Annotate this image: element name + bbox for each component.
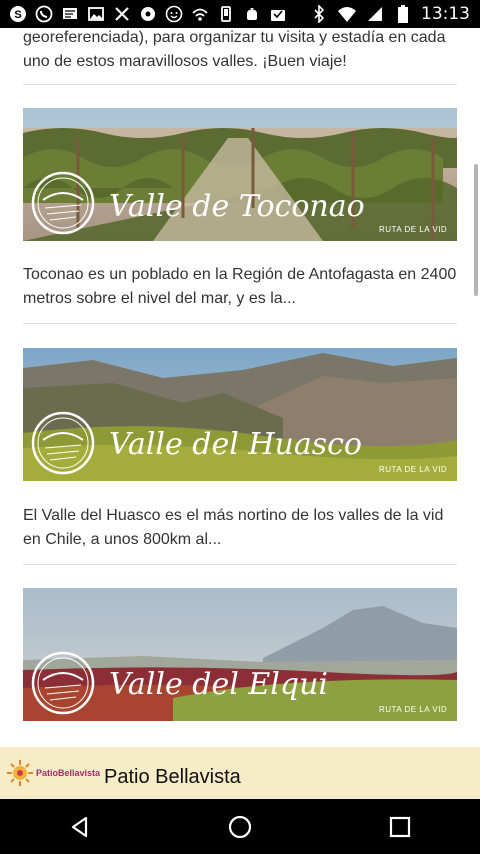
status-bar: S 13:13 xyxy=(0,0,480,28)
valley-card-image-elqui[interactable]: Valle del Elqui RUTA DE LA VID xyxy=(23,588,457,721)
mailbox-icon xyxy=(268,4,288,24)
scroll-content[interactable]: georeferenciada), para organizar tu visi… xyxy=(0,28,480,747)
app-banner[interactable]: PatioBellavista Patio Bellavista xyxy=(0,747,480,799)
valley-card-image-huasco[interactable]: Valle del Huasco RUTA DE LA VID xyxy=(23,348,457,481)
home-button[interactable] xyxy=(210,799,270,854)
face-icon xyxy=(164,4,184,24)
skype-icon: S xyxy=(8,4,28,24)
bluetooth-icon xyxy=(309,4,329,24)
patio-bellavista-logo: PatioBellavista xyxy=(6,759,100,787)
message-icon xyxy=(60,4,80,24)
settings-flower-icon xyxy=(138,4,158,24)
divider xyxy=(23,323,457,324)
card-description-huasco[interactable]: El Valle del Huasco es el más nortino de… xyxy=(23,504,463,552)
card-title-elqui: Valle del Elqui xyxy=(109,667,328,702)
navigation-bar xyxy=(0,799,480,854)
battery-icon xyxy=(393,4,413,24)
card-tag-toconao: RUTA DE LA VID xyxy=(379,225,447,234)
banner-title[interactable]: Patio Bellavista xyxy=(104,766,241,789)
divider xyxy=(23,564,457,565)
recents-button[interactable] xyxy=(370,799,430,854)
sun-logo-icon xyxy=(7,760,33,786)
svg-text:S: S xyxy=(14,9,21,21)
card-title-toconao: Valle de Toconao xyxy=(109,189,365,224)
clock: 13:13 xyxy=(421,4,470,24)
divider xyxy=(23,84,457,85)
intro-text: georeferenciada), para organizar tu visi… xyxy=(23,29,446,70)
card-tag-huasco: RUTA DE LA VID xyxy=(379,465,447,474)
phone-icon xyxy=(216,4,236,24)
image-icon xyxy=(86,4,106,24)
banner-logo-text: PatioBellavista xyxy=(36,768,101,778)
card-title-huasco: Valle del Huasco xyxy=(109,427,362,462)
notification-icons: S xyxy=(0,4,288,24)
valley-card-image-toconao[interactable]: Valle de Toconao RUTA DE LA VID xyxy=(23,108,457,241)
home-circle-icon xyxy=(228,815,252,838)
back-button[interactable] xyxy=(50,799,110,854)
card-tag-elqui: RUTA DE LA VID xyxy=(379,705,447,714)
card-description-toconao[interactable]: Toconao es un poblado en la Región de An… xyxy=(23,263,463,311)
android-icon xyxy=(242,4,262,24)
wifi-icon xyxy=(337,4,357,24)
tools-icon xyxy=(112,4,132,24)
signal-icon xyxy=(365,4,385,24)
back-triangle-icon xyxy=(71,816,88,837)
scrollbar[interactable] xyxy=(474,164,478,296)
cloud-wifi-icon xyxy=(190,4,210,24)
recents-square-icon xyxy=(389,816,411,837)
whatsapp-icon xyxy=(34,4,54,24)
